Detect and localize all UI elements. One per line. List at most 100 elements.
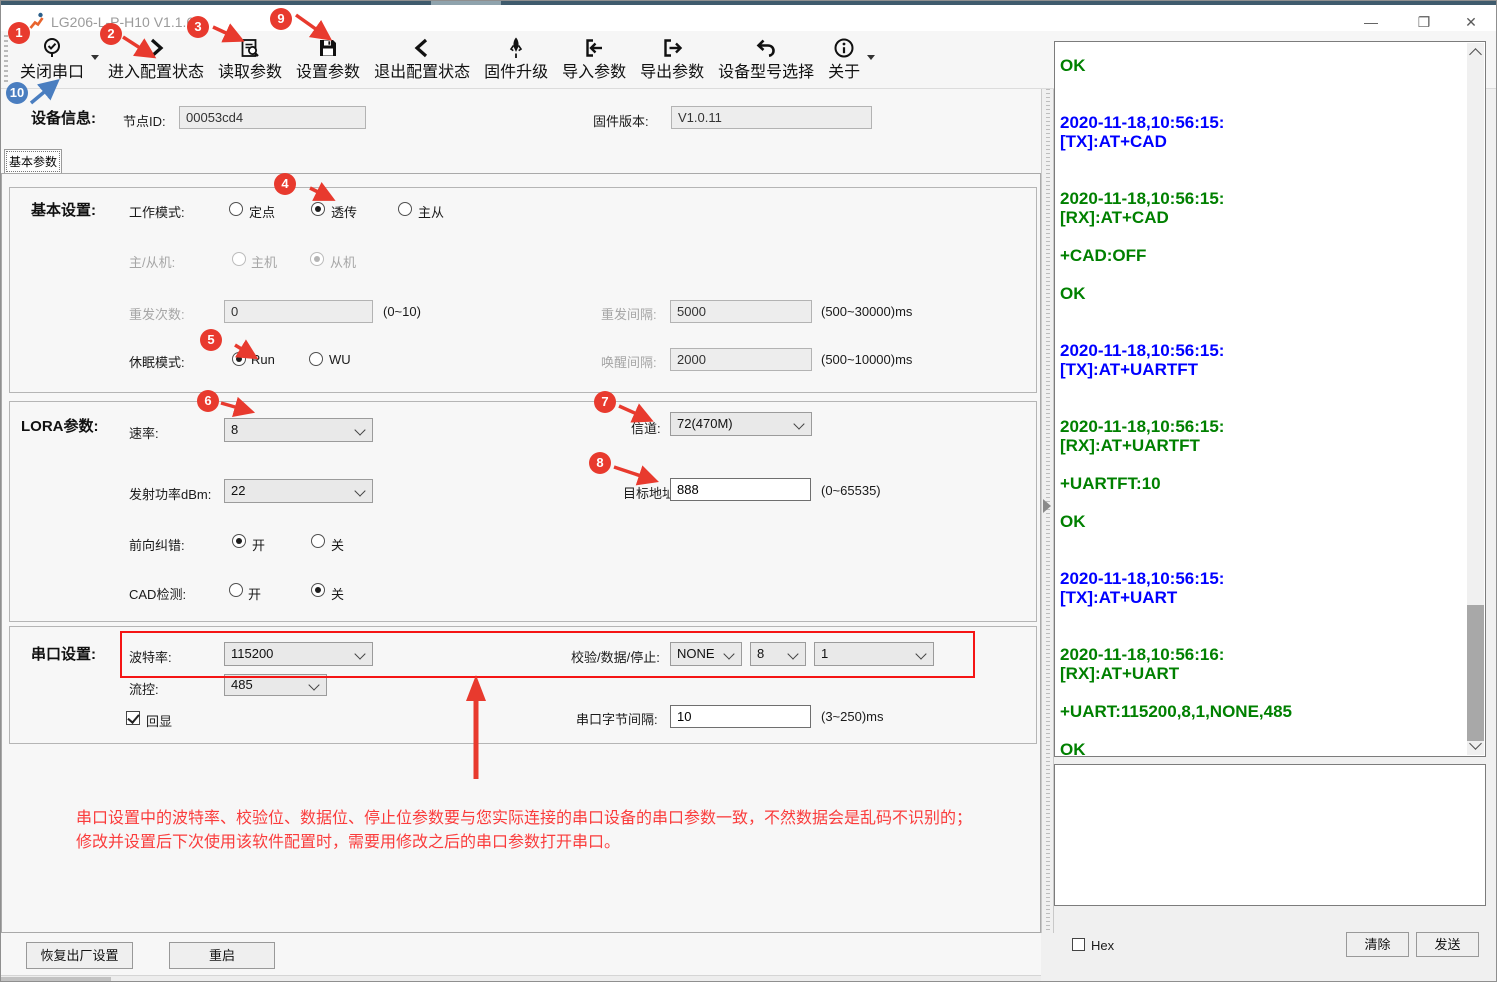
log-scrollbar[interactable]	[1467, 43, 1484, 755]
target-address-range: (0~65535)	[821, 483, 881, 498]
radio-work-mode-transparent[interactable]	[311, 202, 325, 216]
restore-factory-button[interactable]: 恢复出厂设置	[26, 942, 133, 969]
wake-interval-field[interactable]: 2000	[670, 348, 812, 371]
close-button[interactable]: ✕	[1456, 13, 1486, 31]
toolbar-button-import-params[interactable]: 导入参数	[555, 31, 633, 84]
radio-work-mode-fixed-label[interactable]: 定点	[249, 202, 275, 221]
log-line: [TX]:AT+CAD	[1060, 132, 1465, 151]
firmware-upgrade-icon	[504, 34, 528, 62]
radio-cad-off[interactable]	[311, 583, 325, 597]
horizontal-scrollbar[interactable]	[1, 975, 1041, 982]
resend-count-range: (0~10)	[383, 304, 421, 319]
log-line: [RX]:AT+CAD	[1060, 208, 1465, 227]
radio-run-label[interactable]: Run	[251, 352, 275, 367]
radio-cad-on[interactable]	[229, 583, 243, 597]
log-line	[1060, 683, 1465, 702]
device-info-heading: 设备信息:	[31, 107, 96, 128]
log-line: 2020-11-18,10:56:15:	[1060, 569, 1465, 588]
hex-label[interactable]: Hex	[1091, 938, 1114, 953]
restart-button[interactable]: 重启	[169, 942, 275, 969]
splitter-collapse-icon[interactable]	[1043, 499, 1051, 513]
resend-count-field[interactable]: 0	[224, 300, 373, 323]
radio-work-mode-fixed[interactable]	[229, 202, 243, 216]
toolbar-button-exit-config[interactable]: 退出配置状态	[367, 31, 477, 84]
window-title: LG206-L-P-H10 V1.1.6	[51, 14, 194, 30]
wake-interval-range: (500~10000)ms	[821, 352, 912, 367]
toolbar-button-export-params[interactable]: 导出参数	[633, 31, 711, 84]
annotation-badge-3: 3	[187, 16, 209, 38]
device-model-select-icon	[754, 34, 778, 62]
export-params-icon	[660, 34, 684, 62]
hex-checkbox[interactable]	[1072, 938, 1085, 951]
radio-cad-on-label[interactable]: 开	[248, 584, 261, 603]
log-output[interactable]: OK 2020-11-18,10:56:15: [TX]:AT+CAD 2020-11…	[1054, 41, 1486, 757]
basic-settings-heading: 基本设置:	[31, 199, 96, 220]
toolbar-button-save-params[interactable]: 设置参数	[289, 31, 367, 84]
log-line	[1060, 151, 1465, 170]
annotation-badge-4: 4	[274, 173, 296, 195]
radio-cad-off-label[interactable]: 关	[331, 584, 344, 603]
titlebar: LG206-L-P-H10 V1.1.6 — ❐ ✕	[1, 5, 1496, 31]
radio-work-mode-transparent-label[interactable]: 透传	[331, 202, 357, 221]
tab-basic-params[interactable]: 基本参数	[4, 149, 62, 174]
radio-work-mode-master-slave[interactable]	[398, 202, 412, 216]
log-line	[1060, 531, 1465, 550]
radio-master	[232, 252, 246, 266]
echo-checkbox[interactable]	[126, 711, 140, 725]
app-logo-icon	[28, 12, 46, 30]
byte-interval-field[interactable]: 10	[670, 705, 811, 728]
channel-select[interactable]: 72(470M)	[670, 412, 812, 436]
scroll-up-icon[interactable]	[1469, 48, 1482, 61]
toolbar-gripper[interactable]	[4, 35, 8, 85]
annotation-badge-8: 8	[589, 452, 611, 474]
horizontal-scrollbar-thumb[interactable]	[1, 977, 111, 982]
clear-button[interactable]: 清除	[1346, 932, 1409, 957]
toolbar-button-about[interactable]: 关于	[821, 31, 867, 84]
toolbar-button-label: 退出配置状态	[374, 62, 470, 84]
radio-fec-off-label[interactable]: 关	[331, 535, 344, 554]
close-serial-port-icon	[40, 34, 64, 62]
radio-fec-on[interactable]	[232, 534, 246, 548]
log-scrollbar-thumb[interactable]	[1467, 605, 1484, 741]
toolbar-button-label: 导入参数	[562, 62, 626, 84]
node-id-field[interactable]: 00053cd4	[179, 106, 366, 129]
tx-power-select[interactable]: 22	[224, 479, 373, 503]
send-button[interactable]: 发送	[1416, 932, 1479, 957]
firmware-version-field[interactable]: V1.0.11	[671, 106, 872, 129]
radio-work-mode-master-slave-label[interactable]: 主从	[418, 202, 444, 221]
enter-config-icon	[144, 34, 168, 62]
dropdown-caret-icon[interactable]	[867, 55, 875, 60]
baud-row-highlight-box	[120, 631, 975, 678]
toolbar-button-label: 固件升级	[484, 62, 548, 84]
byte-interval-range: (3~250)ms	[821, 709, 884, 724]
toolbar-button-firmware-upgrade[interactable]: 固件升级	[477, 31, 555, 84]
radio-wu-label[interactable]: WU	[329, 352, 351, 367]
log-line: OK	[1060, 512, 1465, 531]
log-line	[1060, 721, 1465, 740]
radio-fec-on-label[interactable]: 开	[252, 535, 265, 554]
about-icon	[832, 34, 856, 62]
toolbar-button-device-model-select[interactable]: 设备型号选择	[711, 31, 821, 84]
rate-select[interactable]: 8	[224, 418, 373, 442]
radio-run[interactable]	[232, 352, 246, 366]
log-line	[1060, 455, 1465, 474]
minimize-button[interactable]: —	[1356, 13, 1386, 31]
annotation-badge-5: 5	[200, 329, 222, 351]
annotation-badge-7: 7	[594, 391, 616, 413]
maximize-button[interactable]: ❐	[1409, 13, 1439, 31]
log-line: +UARTFT:10	[1060, 474, 1465, 493]
send-input[interactable]	[1054, 764, 1486, 906]
app-window: LG206-L-P-H10 V1.1.6 — ❐ ✕ 关闭串口进入配置状态读取参…	[0, 0, 1497, 982]
master-slave-label: 主/从机:	[129, 252, 175, 271]
radio-fec-off[interactable]	[311, 534, 325, 548]
log-line: 2020-11-18,10:56:15:	[1060, 417, 1465, 436]
target-address-field[interactable]: 888	[670, 478, 811, 501]
echo-label[interactable]: 回显	[146, 711, 172, 730]
firmware-version-label: 固件版本:	[593, 111, 649, 130]
byte-interval-label: 串口字节间隔:	[576, 709, 658, 728]
radio-wu[interactable]	[309, 352, 323, 366]
toolbar-button-read-params[interactable]: 读取参数	[211, 31, 289, 84]
log-line	[1060, 626, 1465, 645]
resend-interval-field[interactable]: 5000	[670, 300, 812, 323]
dropdown-caret-icon[interactable]	[91, 55, 99, 60]
